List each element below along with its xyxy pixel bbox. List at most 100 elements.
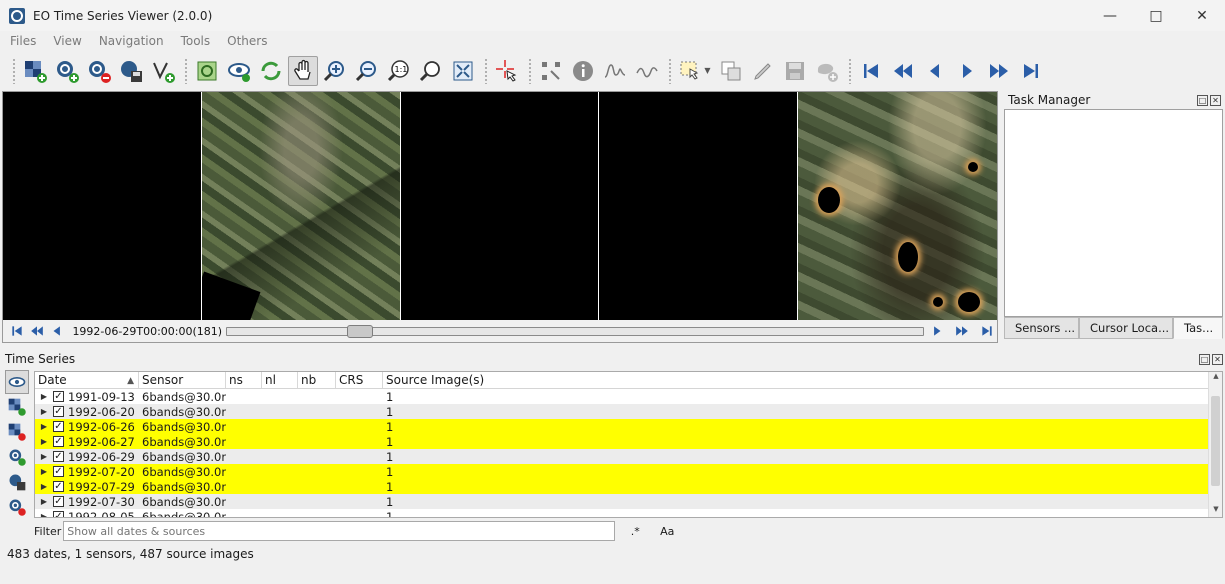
table-row[interactable]: ▶ ✓ 1992-06-26 6bands@30.0m 1 (35, 419, 1222, 434)
menu-navigation[interactable]: Navigation (89, 34, 171, 48)
row-checkbox[interactable]: ✓ (53, 391, 64, 402)
zoom-extent-button[interactable] (448, 56, 478, 86)
close-button[interactable]: ✕ (1179, 0, 1225, 31)
minimize-button[interactable]: — (1087, 0, 1133, 31)
expand-arrow-icon[interactable]: ▶ (35, 467, 53, 476)
add-feature-button[interactable] (812, 56, 842, 86)
map-visibility-button[interactable] (224, 56, 254, 86)
toolbar-grip[interactable] (484, 57, 488, 84)
column-source-images[interactable]: Source Image(s) (383, 372, 1210, 388)
column-crs[interactable]: CRS (336, 372, 383, 388)
maximize-button[interactable]: □ (1133, 0, 1179, 31)
table-scrollbar[interactable]: ▲ ▼ (1208, 372, 1222, 517)
float-dock-button[interactable]: □ (1197, 94, 1208, 106)
slider-rewind-button[interactable] (27, 321, 47, 341)
map-canvas[interactable] (201, 92, 401, 320)
column-sensor[interactable]: Sensor (139, 372, 226, 388)
table-row[interactable]: ▶ ✓ 1992-08-05 6bands@30.0m 1 (35, 509, 1222, 517)
pan-tool-button[interactable] (288, 55, 318, 86)
zoom-native-button[interactable]: 1:1 (384, 56, 414, 86)
expand-arrow-icon[interactable]: ▶ (35, 422, 53, 431)
select-center-button[interactable] (492, 56, 522, 86)
table-row[interactable]: ▶ ✓ 1992-06-29 6bands@30.0m 1 (35, 449, 1222, 464)
map-canvas[interactable] (400, 92, 600, 320)
toolbar-grip[interactable] (184, 57, 188, 84)
slider-last-button[interactable] (977, 321, 997, 341)
row-checkbox[interactable]: ✓ (53, 481, 64, 492)
toolbar-grip[interactable] (528, 57, 532, 84)
zoom-out-button[interactable] (352, 56, 382, 86)
close-dock-button[interactable]: ✕ (1210, 94, 1221, 106)
expand-arrow-icon[interactable]: ▶ (35, 482, 53, 491)
menu-others[interactable]: Others (217, 34, 274, 48)
deselect-features-button[interactable] (716, 56, 746, 86)
close-dock-button[interactable]: ✕ (1212, 353, 1223, 365)
map-canvas[interactable] (798, 92, 997, 320)
toggle-visibility-button[interactable] (5, 370, 29, 394)
expand-arrow-icon[interactable]: ▶ (35, 392, 53, 401)
refresh-maps-button[interactable] (192, 56, 222, 86)
map-canvas[interactable] (3, 92, 202, 320)
first-date-button[interactable] (856, 56, 886, 86)
row-checkbox[interactable]: ✓ (53, 436, 64, 447)
toolbar-grip[interactable] (12, 57, 16, 84)
filter-input[interactable] (63, 521, 616, 541)
add-timeseries-button[interactable] (5, 445, 29, 469)
expand-arrow-icon[interactable]: ▶ (35, 452, 53, 461)
table-row[interactable]: ▶ ✓ 1992-06-27 6bands@30.0m 1 (35, 434, 1222, 449)
zoom-full-button[interactable] (416, 56, 446, 86)
sync-maps-button[interactable] (256, 56, 286, 86)
last-date-button[interactable] (1016, 56, 1046, 86)
identify-profile-button[interactable] (600, 56, 630, 86)
table-row[interactable]: ▶ ✓ 1991-09-13 6bands@30.0m 1 (35, 389, 1222, 404)
identify-pixel-button[interactable] (536, 56, 566, 86)
table-row[interactable]: ▶ ✓ 1992-07-20 6bands@30.0m 1 (35, 464, 1222, 479)
row-checkbox[interactable]: ✓ (53, 421, 64, 432)
table-row[interactable]: ▶ ✓ 1992-06-20 6bands@30.0m 1 (35, 404, 1222, 419)
save-timeseries-button[interactable] (116, 56, 146, 86)
toggle-editing-button[interactable] (748, 56, 778, 86)
expand-arrow-icon[interactable]: ▶ (35, 497, 53, 506)
remove-timeseries-button[interactable] (84, 56, 114, 86)
expand-arrow-icon[interactable]: ▶ (35, 407, 53, 416)
row-checkbox[interactable]: ✓ (53, 406, 64, 417)
add-vector-button[interactable] (148, 56, 178, 86)
map-canvas[interactable] (599, 92, 799, 320)
slider-next-button[interactable] (928, 321, 948, 341)
fast-forward-button[interactable] (984, 56, 1014, 86)
select-features-button[interactable]: ▼ (676, 56, 714, 86)
tab-task-manager[interactable]: Tas... (1173, 317, 1223, 339)
next-date-button[interactable] (952, 56, 982, 86)
expand-arrow-icon[interactable]: ▶ (35, 437, 53, 446)
task-list[interactable] (1004, 109, 1223, 317)
menu-view[interactable]: View (43, 34, 88, 48)
menu-files[interactable]: Files (0, 34, 43, 48)
previous-date-button[interactable] (920, 56, 950, 86)
row-checkbox[interactable]: ✓ (53, 451, 64, 462)
slider-previous-button[interactable] (47, 321, 67, 341)
column-nb[interactable]: nb (298, 372, 336, 388)
add-images-button[interactable] (5, 395, 29, 419)
slider-fast-forward-button[interactable] (952, 321, 972, 341)
time-slider[interactable] (226, 324, 924, 338)
slider-handle[interactable] (347, 324, 374, 338)
menu-tools[interactable]: Tools (171, 34, 218, 48)
column-date[interactable]: Date ▲ (35, 372, 139, 388)
timeseries-table[interactable]: Date ▲ Sensor ns nl nb CRS Source Image(s… (34, 371, 1223, 518)
zoom-in-button[interactable] (320, 56, 350, 86)
scrollbar-thumb[interactable] (1211, 396, 1220, 486)
remove-images-button[interactable] (5, 420, 29, 444)
scroll-down-icon[interactable]: ▼ (1209, 505, 1222, 517)
case-sensitive-toggle[interactable]: Aa (657, 525, 677, 538)
save-timeseries-button[interactable] (5, 470, 29, 494)
slider-first-button[interactable] (7, 321, 27, 341)
scroll-up-icon[interactable]: ▲ (1209, 372, 1222, 384)
row-checkbox[interactable]: ✓ (53, 466, 64, 477)
row-checkbox[interactable]: ✓ (53, 496, 64, 507)
rewind-button[interactable] (888, 56, 918, 86)
tab-cursor-location[interactable]: Cursor Loca... (1079, 317, 1173, 339)
regex-toggle[interactable]: .* (625, 525, 645, 538)
add-timeseries-button[interactable] (52, 56, 82, 86)
save-edits-button[interactable] (780, 56, 810, 86)
temporal-profile-button[interactable] (632, 56, 662, 86)
